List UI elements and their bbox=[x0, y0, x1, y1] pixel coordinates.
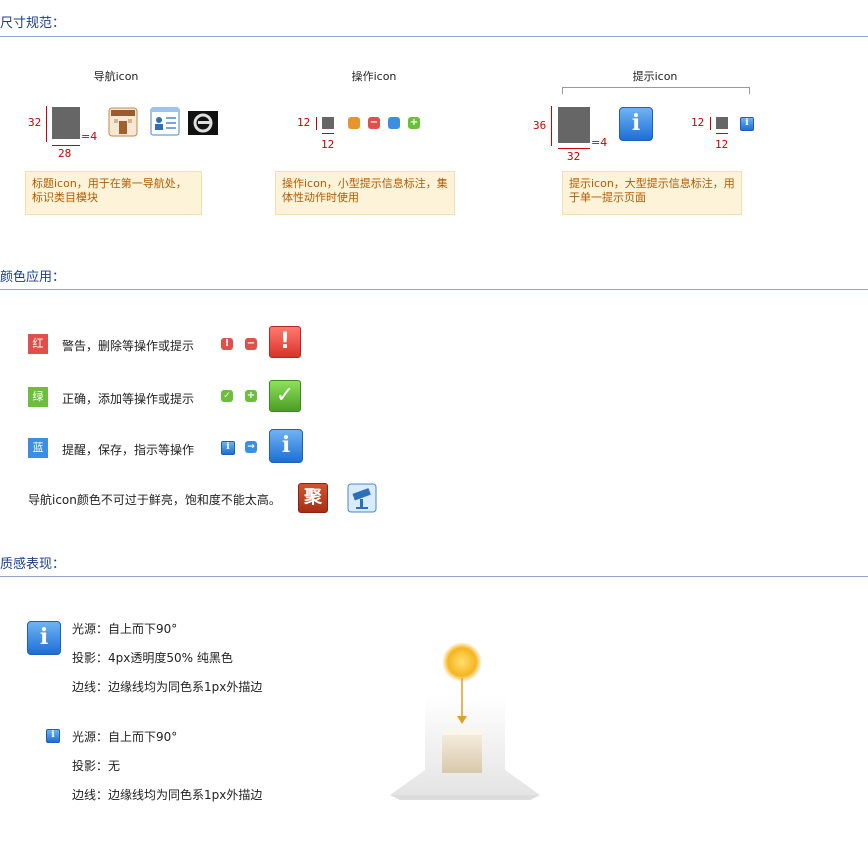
green-chip: 绿 bbox=[28, 387, 48, 407]
gather-icon: 聚 bbox=[298, 483, 328, 513]
info-icon-large: i bbox=[619, 107, 653, 141]
info-icon-large: i bbox=[269, 429, 303, 463]
green-description: 正确，添加等操作或提示 bbox=[62, 392, 195, 406]
width-marker bbox=[558, 148, 590, 149]
plus-icon: + bbox=[408, 117, 420, 129]
save-icon bbox=[388, 117, 400, 129]
crop-icon bbox=[348, 117, 360, 129]
info-icon-small: i bbox=[46, 729, 60, 743]
tip-icon-note: 提示icon，大型提示信息标注，用于单一提示页面 bbox=[562, 171, 742, 215]
section-title-size: 尺寸规范： bbox=[0, 16, 66, 31]
texture-small-shadow: 投影：无 bbox=[72, 759, 121, 773]
op-icon-caption: 操作icon bbox=[351, 70, 397, 83]
arrow-right-icon: → bbox=[245, 441, 257, 453]
minus-icon: − bbox=[245, 338, 257, 350]
tip-height-label: 36 bbox=[533, 119, 547, 132]
info-icon-small: i bbox=[740, 117, 754, 131]
plus-icon: + bbox=[245, 390, 257, 402]
alert-icon-small: ! bbox=[221, 338, 233, 350]
texture-small-edge: 边线：边缘线均为同色系1px外描边 bbox=[72, 788, 263, 802]
minus-icon: − bbox=[368, 117, 380, 129]
texture-big-light: 光源：自上而下90° bbox=[72, 622, 178, 636]
contact-card-icon bbox=[150, 105, 180, 137]
op-height-label: 12 bbox=[297, 116, 311, 129]
nav-size-sample bbox=[52, 107, 80, 139]
width-marker bbox=[52, 145, 80, 146]
swirl-icon bbox=[188, 107, 218, 137]
camera-icon bbox=[347, 483, 377, 513]
tip-gap-label: =4 bbox=[591, 136, 608, 149]
info-icon-small: i bbox=[221, 441, 235, 455]
tip-small-width-label: 12 bbox=[715, 138, 729, 151]
op-size-sample bbox=[322, 117, 334, 129]
tip-small-size-sample bbox=[716, 117, 728, 129]
op-icon-note: 操作icon，小型提示信息标注，集体性动作时使用 bbox=[275, 171, 455, 215]
lighting-illustration bbox=[390, 640, 540, 805]
height-marker bbox=[316, 117, 317, 130]
red-chip: 红 bbox=[28, 334, 48, 354]
nav-height-label: 32 bbox=[28, 116, 42, 129]
height-marker bbox=[551, 106, 552, 146]
section-title-texture: 质感表现： bbox=[0, 557, 66, 572]
texture-big-shadow: 投影：4px透明度50% 纯黑色 bbox=[72, 651, 233, 665]
info-icon-large: i bbox=[27, 621, 61, 655]
width-marker bbox=[322, 133, 334, 134]
check-icon-small: ✓ bbox=[221, 390, 233, 402]
texture-small-light: 光源：自上而下90° bbox=[72, 730, 178, 744]
op-width-label: 12 bbox=[321, 138, 335, 151]
tip-icon-caption: 提示icon bbox=[625, 68, 685, 84]
nav-icon-note: 标题icon，用于在第一导航处，标识类目模块 bbox=[25, 171, 202, 215]
red-description: 警告，删除等操作或提示 bbox=[62, 339, 195, 353]
nav-color-note: 导航icon颜色不可过于鲜亮，饱和度不能太高。 bbox=[28, 493, 281, 507]
texture-big-edge: 边线：边缘线均为同色系1px外描边 bbox=[72, 680, 263, 694]
tip-width-label: 32 bbox=[567, 150, 581, 163]
store-icon bbox=[108, 107, 138, 137]
alert-icon-large: ! bbox=[269, 326, 301, 358]
width-marker bbox=[716, 133, 728, 134]
tip-size-sample bbox=[558, 107, 590, 143]
blue-description: 提醒，保存，指示等操作 bbox=[62, 443, 195, 457]
tip-small-height-label: 12 bbox=[691, 116, 705, 129]
check-icon-large: ✓ bbox=[269, 380, 301, 412]
blue-chip: 蓝 bbox=[28, 438, 48, 458]
nav-width-label: 28 bbox=[58, 147, 72, 160]
height-marker bbox=[710, 117, 711, 130]
nav-icon-caption: 导航icon bbox=[93, 70, 139, 83]
section-divider bbox=[0, 289, 868, 290]
height-marker bbox=[46, 106, 47, 142]
section-divider bbox=[0, 36, 868, 37]
section-title-color: 颜色应用： bbox=[0, 270, 66, 285]
section-divider bbox=[0, 576, 868, 577]
nav-gap-label: =4 bbox=[81, 130, 98, 143]
tip-bracket bbox=[562, 87, 750, 94]
